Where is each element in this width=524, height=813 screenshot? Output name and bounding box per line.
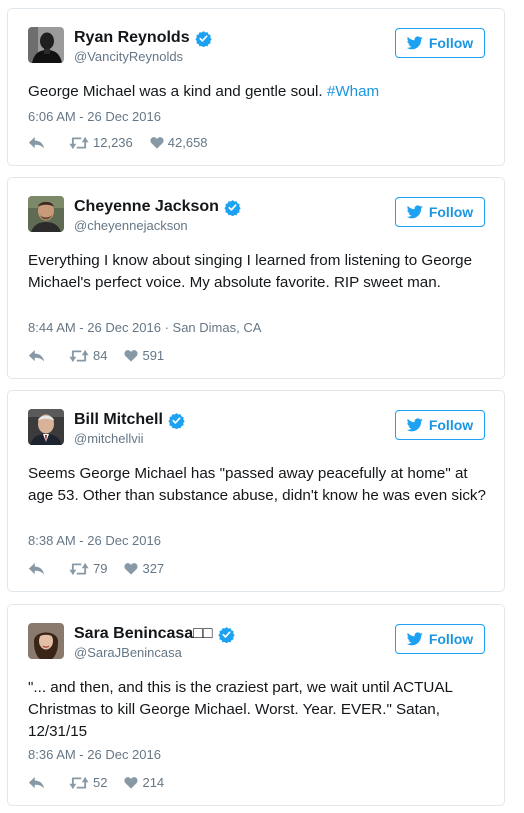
tweet-timestamp[interactable]: 8:44 AM - 26 Dec 2016 · San Dimas, CA [28,320,261,335]
author-block: Cheyenne Jackson @cheyennejackson [74,198,241,233]
heart-icon [124,349,138,362]
author-name-row[interactable]: Sara Benincasa□□ [74,625,235,643]
retweet-button[interactable]: 84 [69,348,107,363]
retweet-icon [69,562,89,576]
reply-arrow-icon [28,776,45,790]
reply-arrow-icon [28,349,45,363]
follow-label: Follow [428,35,474,51]
retweet-icon [69,776,89,790]
tweet-card: Ryan Reynolds @VancityReynolds Follow Ge… [7,8,505,166]
follow-label: Follow [428,417,474,433]
tweet-timestamp[interactable]: 6:06 AM - 26 Dec 2016 [28,109,161,124]
heart-icon [124,776,138,789]
reply-button[interactable] [28,562,45,576]
retweet-count: 12,236 [93,135,133,150]
author-name[interactable]: Ryan Reynolds [74,29,190,47]
avatar[interactable] [28,409,64,445]
author-block: Ryan Reynolds @VancityReynolds [74,29,212,64]
retweet-count: 52 [93,775,108,790]
author-name[interactable]: Sara Benincasa□□ [74,625,213,643]
retweet-count: 84 [93,348,108,363]
reply-arrow-icon [28,136,45,150]
follow-button[interactable]: Follow [395,624,485,654]
follow-button[interactable]: Follow [395,28,485,58]
reply-button[interactable] [28,776,45,790]
like-button[interactable]: 214 [124,775,164,790]
tweet-timestamp[interactable]: 8:36 AM - 26 Dec 2016 [28,747,161,762]
author-block: Bill Mitchell @mitchellvii [74,411,185,446]
tweet-actions: 12,236 42,658 [28,135,208,150]
author-name[interactable]: Cheyenne Jackson [74,198,219,216]
like-button[interactable]: 327 [124,561,164,576]
reply-button[interactable] [28,136,45,150]
heart-icon [150,136,164,149]
retweet-count: 79 [93,561,108,576]
twitter-bird-icon [407,632,423,646]
retweet-icon [69,136,89,150]
author-handle[interactable]: @VancityReynolds [74,49,212,64]
avatar[interactable] [28,27,64,63]
tweet-actions: 84 591 [28,348,164,363]
tweet-actions: 52 214 [28,775,164,790]
verified-badge-icon [195,30,212,47]
follow-label: Follow [428,631,474,647]
hashtag-link[interactable]: #Wham [327,83,379,100]
retweet-icon [69,349,89,363]
tweet-text-body: George Michael was a kind and gentle sou… [28,83,327,100]
author-handle[interactable]: @mitchellvii [74,431,185,446]
tweet-text: Seems George Michael has "passed away pe… [28,465,486,504]
tweet-timestamp[interactable]: 8:38 AM - 26 Dec 2016 [28,533,161,548]
follow-button[interactable]: Follow [395,410,485,440]
avatar[interactable] [28,196,64,232]
like-count: 214 [142,775,165,790]
author-name-row[interactable]: Ryan Reynolds [74,29,212,47]
tweet-card: Cheyenne Jackson @cheyennejackson Follow… [7,177,505,379]
author-name-row[interactable]: Cheyenne Jackson [74,198,241,216]
author-handle[interactable]: @cheyennejackson [74,218,241,233]
reply-button[interactable] [28,349,45,363]
verified-badge-icon [218,626,235,643]
twitter-bird-icon [407,418,423,432]
twitter-bird-icon [407,205,423,219]
author-name[interactable]: Bill Mitchell [74,411,163,429]
avatar[interactable] [28,623,64,659]
tweet-card: Bill Mitchell @mitchellvii Follow Seems … [7,390,505,592]
follow-label: Follow [428,204,474,220]
like-count: 42,658 [167,135,208,150]
tweet-text: Everything I know about singing I learne… [28,252,473,291]
like-button[interactable]: 42,658 [150,135,208,150]
author-name-row[interactable]: Bill Mitchell [74,411,185,429]
heart-icon [124,562,138,575]
tweet-text: George Michael was a kind and gentle sou… [28,81,486,103]
verified-badge-icon [224,199,241,216]
retweet-button[interactable]: 12,236 [69,135,133,150]
tweet-feed: Ryan Reynolds @VancityReynolds Follow Ge… [0,0,524,813]
like-count: 327 [142,561,165,576]
follow-button[interactable]: Follow [395,197,485,227]
verified-badge-icon [168,412,185,429]
reply-arrow-icon [28,562,45,576]
tweet-card: Sara Benincasa□□ @SaraJBenincasa Follow … [7,604,505,806]
like-count: 591 [142,348,165,363]
tweet-text: "... and then, and this is the craziest … [28,679,453,740]
twitter-bird-icon [407,36,423,50]
retweet-button[interactable]: 79 [69,561,107,576]
retweet-button[interactable]: 52 [69,775,107,790]
tweet-actions: 79 327 [28,561,164,576]
like-button[interactable]: 591 [124,348,164,363]
author-block: Sara Benincasa□□ @SaraJBenincasa [74,625,235,660]
author-handle[interactable]: @SaraJBenincasa [74,645,235,660]
